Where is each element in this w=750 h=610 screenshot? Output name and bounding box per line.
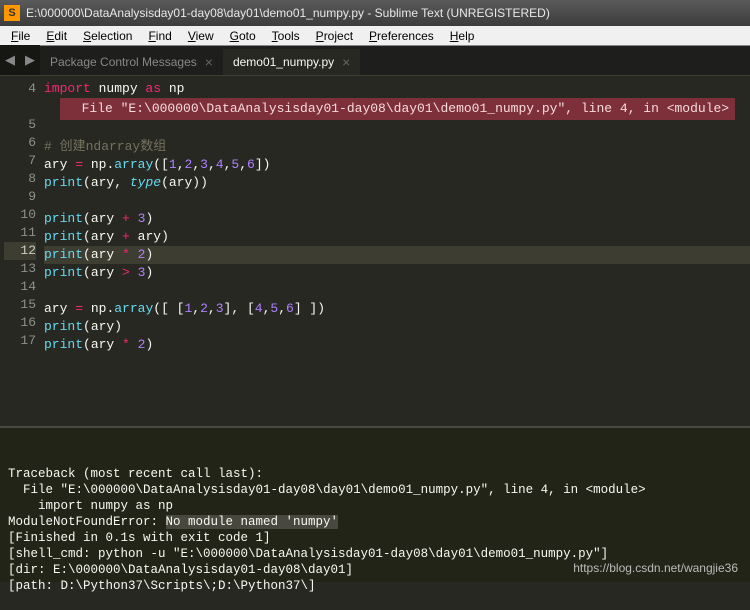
- line-number: 6: [4, 134, 36, 152]
- line-number: 13: [4, 260, 36, 278]
- menu-help[interactable]: Help: [443, 28, 482, 44]
- code-line[interactable]: print(ary, type(ary)): [44, 174, 750, 192]
- tab[interactable]: Package Control Messages ×: [40, 49, 223, 75]
- code-line[interactable]: [44, 120, 750, 138]
- close-icon[interactable]: ×: [205, 54, 213, 70]
- app-icon: S: [4, 5, 20, 21]
- tab-row: ◀ ▶ Package Control Messages×demo01_nump…: [0, 46, 750, 76]
- line-number: 11: [4, 224, 36, 242]
- build-output-panel[interactable]: Traceback (most recent call last): File …: [0, 426, 750, 582]
- console-line: File "E:\000000\DataAnalysisday01-day08\…: [8, 482, 742, 498]
- line-number: 14: [4, 278, 36, 296]
- menu-find[interactable]: Find: [141, 28, 178, 44]
- console-line: [Finished in 0.1s with exit code 1]: [8, 530, 742, 546]
- line-number: 8: [4, 170, 36, 188]
- line-number: 9: [4, 188, 36, 206]
- editor[interactable]: 4 567891011121314151617 import numpy as …: [0, 76, 750, 426]
- tab-label: Package Control Messages: [50, 55, 197, 69]
- title-bar: S E:\000000\DataAnalysisday01-day08\day0…: [0, 0, 750, 26]
- menu-project[interactable]: Project: [309, 28, 360, 44]
- line-number: 17: [4, 332, 36, 350]
- code-area[interactable]: import numpy as np File "E:\000000\DataA…: [44, 76, 750, 426]
- tab[interactable]: demo01_numpy.py ×: [223, 49, 360, 75]
- menu-goto[interactable]: Goto: [223, 28, 263, 44]
- code-line[interactable]: print(ary + 3): [44, 210, 750, 228]
- code-line[interactable]: # 创建ndarray数组: [44, 138, 750, 156]
- menu-bar: FileEditSelectionFindViewGotoToolsProjec…: [0, 26, 750, 46]
- line-number: 5: [4, 116, 36, 134]
- menu-tools[interactable]: Tools: [265, 28, 307, 44]
- code-line[interactable]: print(ary > 3): [44, 264, 750, 282]
- code-line[interactable]: print(ary * 2): [44, 246, 750, 264]
- code-line[interactable]: ary = np.array([1,2,3,4,5,6]): [44, 156, 750, 174]
- console-line: Traceback (most recent call last):: [8, 466, 742, 482]
- inline-error: File "E:\000000\DataAnalysisday01-day08\…: [60, 98, 735, 120]
- watermark: https://blog.csdn.net/wangjie36: [573, 560, 738, 576]
- nav-left-icon[interactable]: ◀: [5, 53, 15, 68]
- code-line[interactable]: ary = np.array([ [1,2,3], [4,5,6] ]): [44, 300, 750, 318]
- line-number: 4: [4, 80, 36, 98]
- close-icon[interactable]: ×: [342, 54, 350, 70]
- menu-preferences[interactable]: Preferences: [362, 28, 441, 44]
- code-line[interactable]: print(ary * 2): [44, 336, 750, 354]
- menu-view[interactable]: View: [181, 28, 221, 44]
- menu-selection[interactable]: Selection: [76, 28, 139, 44]
- window-title: E:\000000\DataAnalysisday01-day08\day01\…: [26, 6, 550, 20]
- nav-right-icon[interactable]: ▶: [25, 53, 35, 68]
- tab-label: demo01_numpy.py: [233, 55, 334, 69]
- line-number: 15: [4, 296, 36, 314]
- console-line: ModuleNotFoundError: No module named 'nu…: [8, 514, 742, 530]
- console-line: import numpy as np: [8, 498, 742, 514]
- line-number: 10: [4, 206, 36, 224]
- line-number: 7: [4, 152, 36, 170]
- console-line: [path: D:\Python37\Scripts\;D:\Python37\…: [8, 578, 742, 594]
- code-line[interactable]: [44, 282, 750, 300]
- code-line[interactable]: import numpy as np: [44, 80, 750, 98]
- tab-nav: ◀ ▶: [0, 45, 40, 75]
- code-line[interactable]: print(ary + ary): [44, 228, 750, 246]
- code-line[interactable]: [44, 192, 750, 210]
- code-line[interactable]: print(ary): [44, 318, 750, 336]
- line-number: 12: [4, 242, 36, 260]
- line-gutter: 4 567891011121314151617: [0, 76, 44, 426]
- menu-file[interactable]: File: [4, 28, 37, 44]
- menu-edit[interactable]: Edit: [39, 28, 74, 44]
- line-number: 16: [4, 314, 36, 332]
